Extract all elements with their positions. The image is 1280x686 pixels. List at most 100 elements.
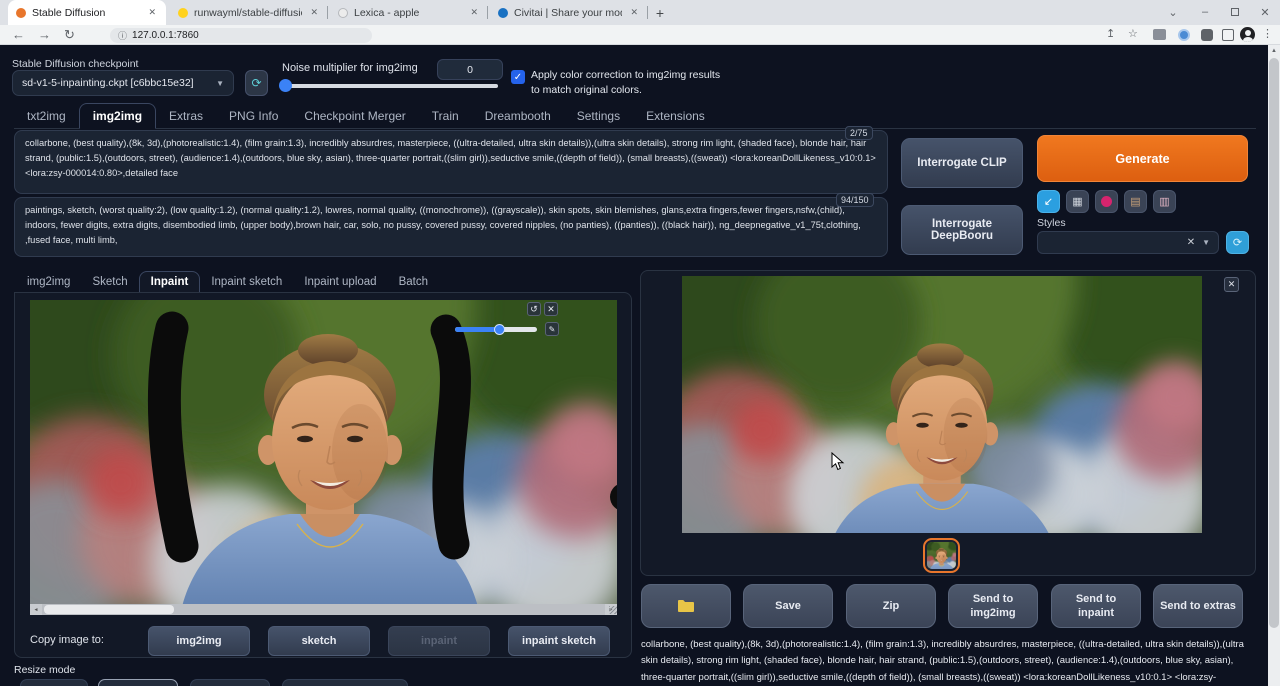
tab-txt2img[interactable]: txt2img: [14, 104, 79, 128]
generate-button[interactable]: Generate: [1037, 135, 1248, 182]
tab-separator: [487, 6, 488, 19]
canvas-scroll-thumb[interactable]: [44, 605, 174, 614]
window-maximize-button[interactable]: [1224, 3, 1246, 21]
mode-tab-sketch[interactable]: Sketch: [81, 272, 138, 292]
brush-color-icon[interactable]: ✎: [545, 322, 559, 336]
img2img-mode-tab-bar: img2img Sketch Inpaint Inpaint sketch In…: [16, 268, 632, 293]
prompt-textarea[interactable]: collarbone, (best quality),(8k, 3d),(pho…: [14, 130, 888, 194]
tab-close-icon[interactable]: ✕: [468, 7, 480, 18]
canvas-clear-icon[interactable]: ✕: [544, 302, 558, 316]
color-correction-checkbox[interactable]: ✓: [511, 70, 525, 84]
zip-button[interactable]: Zip: [846, 584, 936, 628]
resize-option-stub[interactable]: [20, 679, 88, 686]
new-tab-button[interactable]: +: [648, 4, 672, 22]
brush-size-handle[interactable]: [494, 324, 505, 335]
profile-avatar[interactable]: [1240, 27, 1255, 42]
checkpoint-dropdown[interactable]: sd-v1-5-inpainting.ckpt [c6bbc15e32] ▼: [12, 70, 234, 96]
mode-tab-batch[interactable]: Batch: [388, 272, 439, 292]
bookmark-star-icon[interactable]: ☆: [1128, 27, 1138, 40]
tab-img2img[interactable]: img2img: [78, 103, 157, 129]
window-close-button[interactable]: ✕: [1254, 3, 1276, 21]
gallery-close-icon[interactable]: ✕: [1224, 277, 1239, 292]
mode-tab-img2img[interactable]: img2img: [16, 272, 81, 292]
tab-title: Civitai | Share your models: [514, 6, 622, 19]
tab-close-icon[interactable]: ✕: [628, 7, 640, 18]
copy-to-inpaint-button-disabled: inpaint: [388, 626, 490, 656]
canvas-h-scrollbar[interactable]: ◄ ►: [30, 604, 617, 615]
send-to-img2img-button[interactable]: Send to img2img: [948, 584, 1038, 628]
copy-to-sketch-button[interactable]: sketch: [268, 626, 370, 656]
chevron-down-icon[interactable]: ▼: [1202, 238, 1210, 247]
copy-to-img2img-button[interactable]: img2img: [148, 626, 250, 656]
checkpoint-refresh-button[interactable]: ⟳: [245, 70, 268, 96]
scrollbar-thumb[interactable]: [1269, 58, 1279, 628]
extension-blue-icon[interactable]: [1178, 29, 1190, 41]
mode-tab-inpaint-upload[interactable]: Inpaint upload: [293, 272, 387, 292]
tab-search-chevron-icon[interactable]: ⌄: [1162, 3, 1184, 21]
mode-tab-inpaint[interactable]: Inpaint: [138, 271, 201, 293]
extension-icon[interactable]: [1153, 29, 1166, 40]
interrogate-clip-button[interactable]: Interrogate CLIP: [901, 138, 1023, 188]
noise-multiplier-slider[interactable]: [282, 84, 498, 88]
apply-style-icon[interactable]: ▤: [1124, 190, 1147, 213]
copy-to-inpaint-sketch-button[interactable]: inpaint sketch: [508, 626, 610, 656]
extensions-puzzle-icon[interactable]: [1201, 29, 1213, 41]
page-scrollbar[interactable]: ▲: [1268, 45, 1280, 686]
browser-tab-civitai[interactable]: Civitai | Share your models ✕: [490, 0, 648, 25]
generation-info-text: collarbone, (best quality),(8k, 3d),(pho…: [641, 639, 1244, 683]
browser-tab-stable-diffusion[interactable]: Stable Diffusion ✕: [8, 0, 166, 25]
forward-icon[interactable]: →: [38, 27, 51, 42]
negative-token-counter: 94/150: [836, 193, 874, 207]
canvas-resize-grip[interactable]: [609, 606, 617, 614]
send-to-extras-button[interactable]: Send to extras: [1153, 584, 1243, 628]
save-button[interactable]: Save: [743, 584, 833, 628]
color-correction-label: Apply color correction to img2img result…: [531, 69, 721, 97]
noise-slider-handle[interactable]: [279, 79, 292, 92]
result-image[interactable]: [682, 276, 1202, 533]
open-folder-button[interactable]: [641, 584, 731, 628]
tab-train[interactable]: Train: [419, 104, 472, 128]
scroll-up-arrow-icon[interactable]: ▲: [1268, 45, 1280, 57]
styles-refresh-button[interactable]: ⟳: [1226, 231, 1249, 254]
gradio-favicon: [16, 7, 26, 18]
extra-networks-icon[interactable]: [1095, 190, 1118, 213]
save-style-icon[interactable]: ▥: [1153, 190, 1176, 213]
gallery-thumbnail-selected[interactable]: [923, 538, 960, 573]
back-icon[interactable]: ←: [12, 27, 25, 42]
site-info-icon[interactable]: ⓘ: [118, 29, 127, 42]
mode-tab-inpaint-sketch[interactable]: Inpaint sketch: [200, 272, 293, 292]
folder-icon: [678, 600, 694, 612]
tab-close-icon[interactable]: ✕: [308, 7, 320, 18]
paste-params-icon[interactable]: ↙: [1037, 190, 1060, 213]
url-text: 127.0.0.1:7860: [132, 30, 199, 41]
send-to-inpaint-button[interactable]: Send to inpaint: [1051, 584, 1141, 628]
resize-option-stub-selected[interactable]: [98, 679, 178, 686]
resize-option-stub[interactable]: [282, 679, 408, 686]
tab-png-info[interactable]: PNG Info: [216, 104, 291, 128]
clear-prompt-icon[interactable]: ▦: [1066, 190, 1089, 213]
resize-option-stub[interactable]: [190, 679, 270, 686]
inpaint-canvas-photo[interactable]: [30, 300, 617, 605]
canvas-undo-icon[interactable]: ↺: [527, 302, 541, 316]
tab-settings[interactable]: Settings: [564, 104, 633, 128]
sidebar-icon[interactable]: [1222, 29, 1234, 41]
tab-extensions[interactable]: Extensions: [633, 104, 718, 128]
share-icon[interactable]: ↥: [1106, 27, 1115, 40]
window-minimize-button[interactable]: –: [1194, 3, 1216, 21]
tab-extras[interactable]: Extras: [156, 104, 216, 128]
tab-close-icon[interactable]: ✕: [146, 7, 158, 18]
tab-dreambooth[interactable]: Dreambooth: [472, 104, 564, 128]
styles-label: Styles: [1037, 217, 1066, 229]
scroll-left-arrow-icon[interactable]: ◄: [30, 604, 42, 615]
tab-checkpoint-merger[interactable]: Checkpoint Merger: [291, 104, 418, 128]
browser-menu-icon[interactable]: ⋮: [1262, 27, 1273, 40]
browser-tab-lexica[interactable]: Lexica - apple ✕: [330, 0, 488, 25]
browser-tab-runwayml[interactable]: runwayml/stable-diffusion-inpa ✕: [170, 0, 328, 25]
clear-styles-icon[interactable]: ✕: [1187, 237, 1195, 248]
negative-prompt-textarea[interactable]: paintings, sketch, (worst quality:2), (l…: [14, 197, 888, 257]
reload-icon[interactable]: ↻: [64, 27, 75, 43]
interrogate-deepbooru-button[interactable]: Interrogate DeepBooru: [901, 205, 1023, 255]
address-bar[interactable]: ⓘ 127.0.0.1:7860: [110, 28, 372, 43]
noise-multiplier-input[interactable]: 0: [437, 59, 503, 80]
styles-dropdown[interactable]: ✕ ▼: [1037, 231, 1219, 254]
